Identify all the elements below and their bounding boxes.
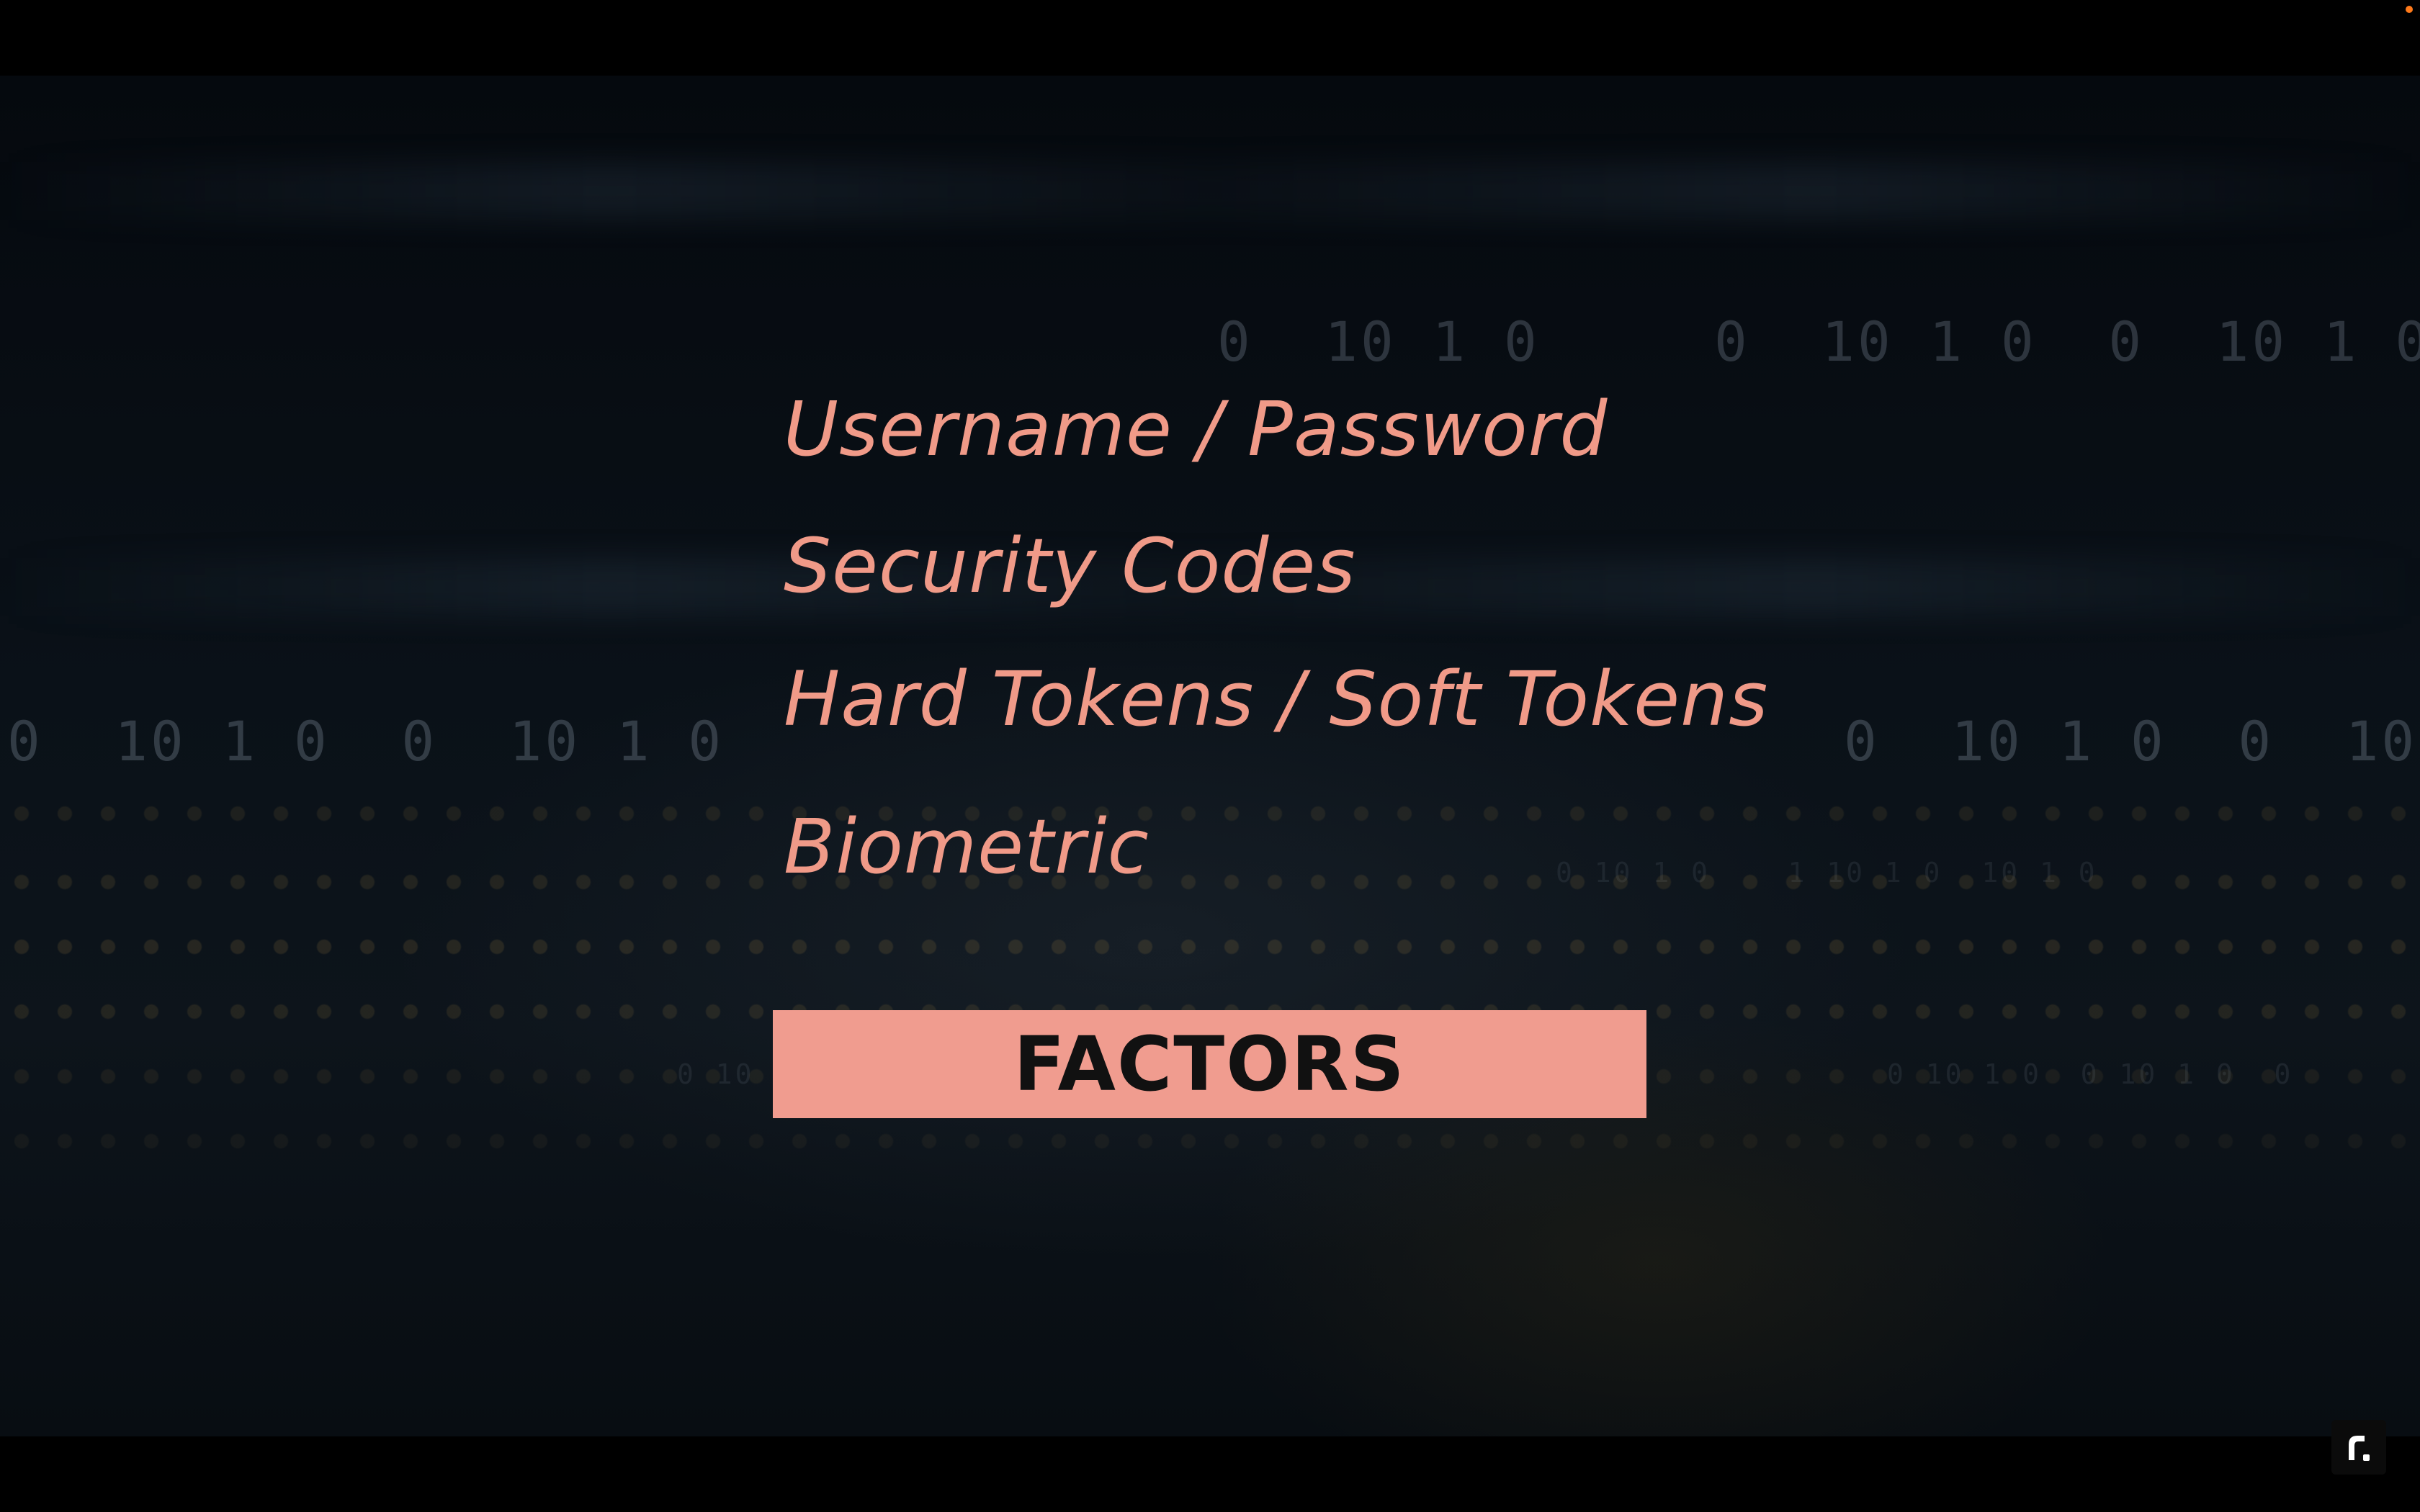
binary-decoration: 0 10 1 0 0 10 1 bbox=[1844, 709, 2418, 773]
bokeh-dot-band bbox=[0, 868, 2420, 896]
bottom-letterbox bbox=[0, 1436, 2420, 1512]
blurred-background-band bbox=[0, 162, 2420, 220]
bokeh-dot-band bbox=[0, 1127, 2420, 1156]
factors-banner-label: FACTORS bbox=[1013, 1020, 1406, 1108]
bokeh-dot-band bbox=[0, 799, 2420, 828]
video-frame[interactable]: 0 10 1 0 0 10 1 0 0 10 1 0 0 10 1 0 0 10… bbox=[0, 76, 2420, 1436]
status-indicator-dot bbox=[2406, 6, 2413, 13]
binary-decoration: 0 10 1 0 0 10 1 0 bbox=[1714, 310, 2420, 374]
binary-decoration: 0 10 1 0 bbox=[1217, 310, 1540, 374]
factors-banner: FACTORS bbox=[773, 1010, 1646, 1118]
factor-item-biometric: Biometric bbox=[784, 803, 1150, 891]
player-logo-icon[interactable] bbox=[2331, 1420, 2386, 1475]
top-letterbox bbox=[0, 0, 2420, 76]
player-logo-glyph bbox=[2349, 1436, 2370, 1461]
bokeh-dot-band bbox=[0, 932, 2420, 961]
factor-item-security-codes: Security Codes bbox=[784, 522, 1356, 610]
binary-decoration: 0 10 1 0 0 10 1 0 bbox=[7, 709, 725, 773]
factor-item-username-password: Username / Password bbox=[784, 385, 1608, 473]
factor-item-tokens: Hard Tokens / Soft Tokens bbox=[784, 655, 1769, 743]
